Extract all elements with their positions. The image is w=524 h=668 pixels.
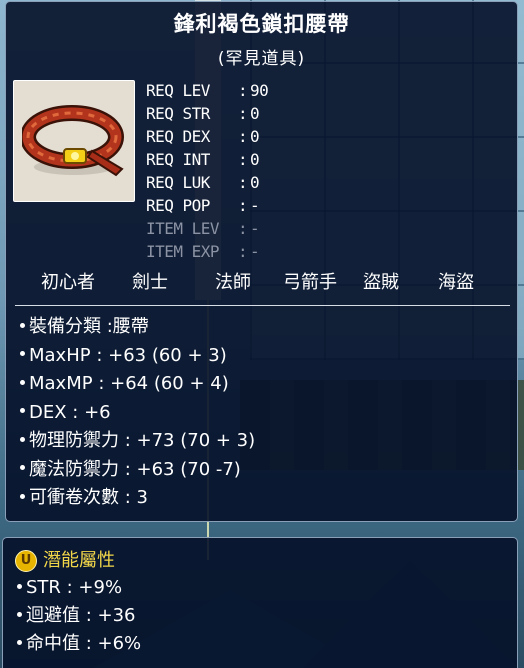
item-level: ITEM LEV: - [146,219,260,238]
stat-upgrade-slots: 可衝卷次數 : 3 [18,484,255,513]
potential-lines: STR : +9% 迴避值 : +36 命中值 : +6% [15,574,141,658]
req-int: REQ INT:0 [146,150,260,169]
stat-magic-defense: 魔法防禦力 : +63 (70 -7) [18,456,255,485]
requirements-list: REQ LEV:90 REQ STR:0 REQ DEX:0 REQ INT:0… [146,79,269,263]
stat-physical-defense: 物理防禦力 : +73 (70 + 3) [18,427,255,456]
potential-line: 迴避值 : +36 [15,602,141,630]
req-luk: REQ LUK:0 [146,173,260,192]
item-stats: 裝備分類 :腰帶 MaxHP : +63 (60 + 3) MaxMP : +6… [18,313,255,513]
stat-maxhp: MaxHP : +63 (60 + 3) [18,342,255,371]
job-pirate: 海盜 [438,272,474,293]
item-name: 鋒利褐色鎖扣腰帶 [173,12,350,36]
item-exp: ITEM EXP: - [146,242,260,261]
req-pop: REQ POP: - [146,196,260,215]
stat-dex: DEX : +6 [18,399,255,428]
potential-line: 命中值 : +6% [15,630,141,658]
potential-rank-icon: U [15,550,37,572]
item-icon-frame [13,80,135,202]
stat-category: 裝備分類 :腰帶 [18,313,255,342]
potential-line: STR : +9% [15,574,141,602]
job-beginner: 初心者 [41,272,95,293]
job-warrior: 劍士 [132,272,168,293]
divider [15,305,510,306]
job-thief: 盜賊 [363,272,399,293]
job-bowman: 弓箭手 [283,272,337,293]
potential-panel: U 潛能屬性 STR : +9% 迴避值 : +36 命中值 : +6% [2,537,518,668]
potential-header: U 潛能屬性 [15,546,115,572]
job-magician: 法師 [215,272,251,293]
req-dex: REQ DEX:0 [146,127,260,146]
item-rarity: (罕見道具) [217,49,306,69]
potential-title: 潛能屬性 [43,550,115,571]
req-level: REQ LEV:90 [146,81,269,100]
stat-maxmp: MaxMP : +64 (60 + 4) [18,370,255,399]
item-tooltip: 鋒利褐色鎖扣腰帶 (罕見道具) REQ LEV:90 REQ STR:0 REQ… [5,1,518,522]
req-str: REQ STR:0 [146,104,260,123]
belt-icon [22,105,124,177]
